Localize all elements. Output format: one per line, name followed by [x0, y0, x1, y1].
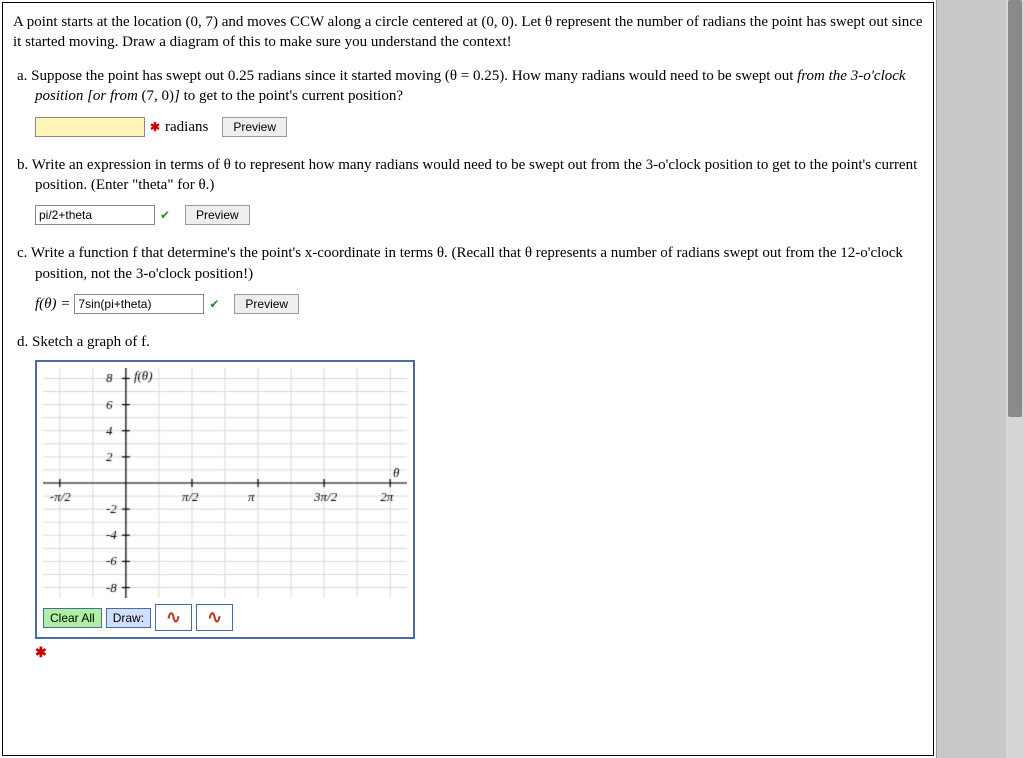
part-b-label: b. [17, 157, 28, 173]
preview-button-c[interactable]: Preview [234, 294, 299, 314]
part-d: d. Sketch a graph of f. [35, 332, 923, 352]
wave-tool-2[interactable]: ∿ [196, 604, 233, 631]
part-c-label: c. [17, 245, 27, 261]
part-b: b. Write an expression in terms of θ to … [35, 155, 923, 226]
part-a: a. Suppose the point has swept out 0.25 … [35, 66, 923, 137]
part-a-text2: (7, 0) [142, 88, 175, 104]
graph-canvas[interactable] [43, 368, 407, 598]
scrollbar-track[interactable] [1006, 0, 1024, 758]
wave-icon: ∿ [162, 607, 185, 627]
draw-label-button[interactable]: Draw: [106, 608, 151, 628]
incorrect-icon: ✱ [35, 645, 923, 662]
preview-button-a[interactable]: Preview [222, 117, 287, 137]
graph-container: Clear All Draw: ∿ ∿ [35, 360, 415, 639]
clear-all-button[interactable]: Clear All [43, 608, 102, 628]
intro-text: A point starts at the location (0, 7) an… [13, 13, 923, 52]
part-c-prefix: f(θ) = [35, 294, 70, 314]
wave-tool-1[interactable]: ∿ [155, 604, 192, 631]
part-a-unit: radians [165, 117, 208, 137]
incorrect-icon: ✱ [149, 121, 161, 133]
part-b-input[interactable] [35, 205, 155, 225]
part-c-input[interactable] [74, 294, 204, 314]
correct-icon: ✔ [208, 298, 220, 310]
part-d-text: Sketch a graph of f. [32, 334, 150, 350]
part-a-label: a. [17, 68, 27, 84]
part-a-text3: to get to the point's current position? [184, 88, 403, 104]
part-c: c. Write a function f that determine's t… [35, 243, 923, 314]
part-b-text: Write an expression in terms of θ to rep… [32, 157, 918, 193]
part-a-input[interactable] [35, 117, 145, 137]
wave-icon: ∿ [203, 607, 226, 627]
problem-panel: A point starts at the location (0, 7) an… [2, 2, 934, 756]
part-a-text1: Suppose the point has swept out 0.25 rad… [31, 68, 797, 84]
preview-button-b[interactable]: Preview [185, 205, 250, 225]
scrollbar-thumb[interactable] [1008, 0, 1022, 417]
part-c-text: Write a function f that determine's the … [31, 245, 903, 281]
correct-icon: ✔ [159, 209, 171, 221]
part-d-label: d. [17, 334, 28, 350]
part-a-italic2: ] [174, 88, 184, 104]
sidebar-gutter [936, 0, 1024, 758]
